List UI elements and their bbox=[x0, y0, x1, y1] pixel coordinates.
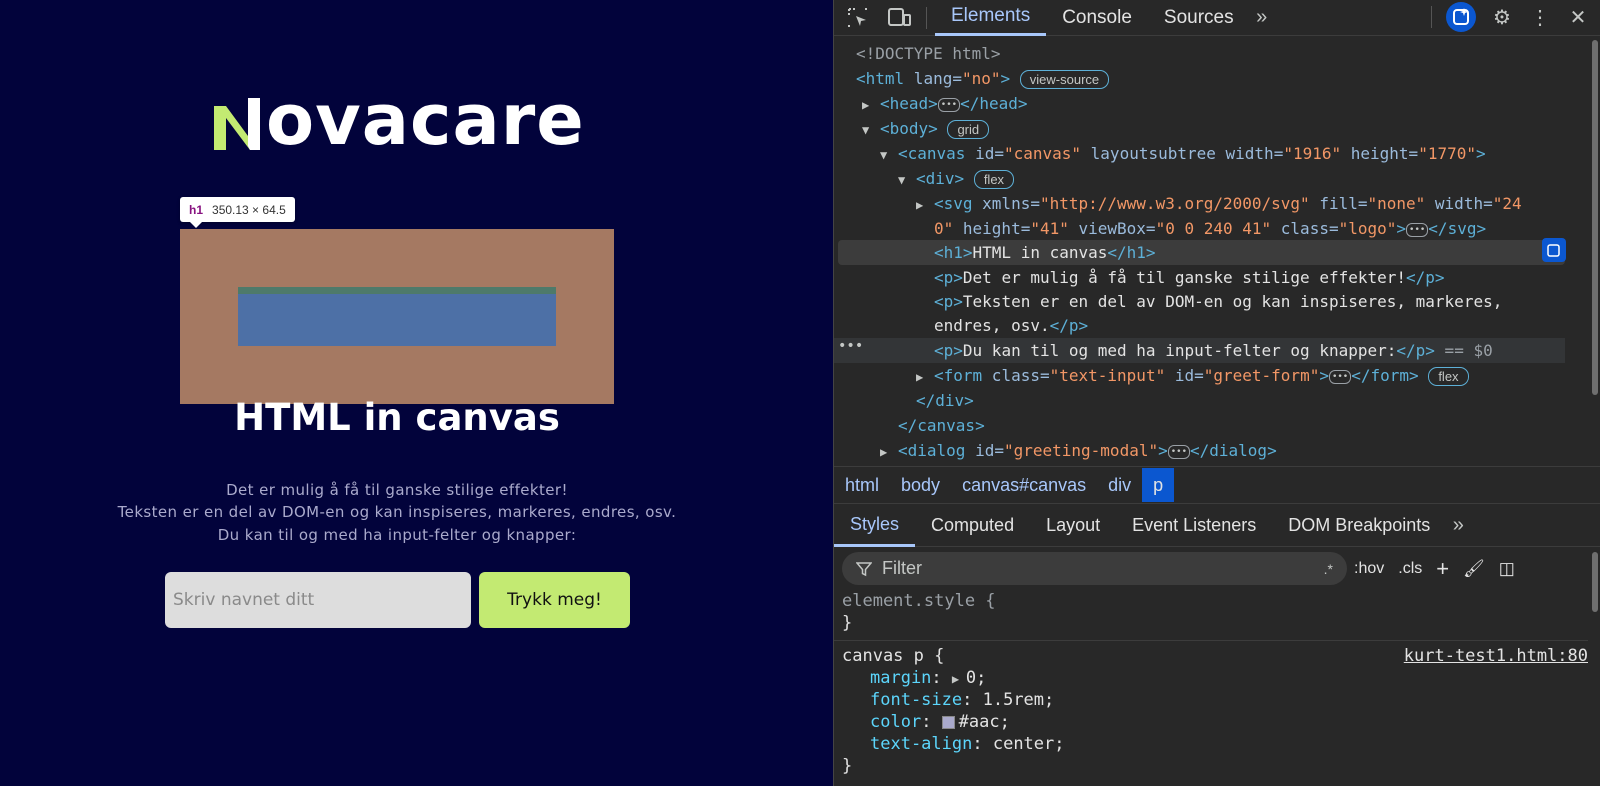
tab-elements[interactable]: Elements bbox=[935, 0, 1047, 36]
grid-badge[interactable]: grid bbox=[947, 120, 990, 139]
element-tooltip: h1 350.13 × 64.5 bbox=[180, 197, 295, 228]
ellipsis-icon[interactable]: ••• bbox=[1167, 444, 1190, 459]
paint-brush-icon[interactable]: 🖌 bbox=[1463, 559, 1485, 579]
dom-scrollbar[interactable] bbox=[1592, 40, 1598, 395]
devtools-panel: Elements Console Sources » ⚙ ⋮ ✕ <!DOCTY… bbox=[833, 0, 1600, 786]
paragraph-1: Det er mulig å få til ganske stilige eff… bbox=[226, 481, 568, 499]
view-source-badge[interactable]: view-source bbox=[1019, 70, 1110, 89]
tab-event-listeners[interactable]: Event Listeners bbox=[1116, 505, 1272, 547]
tab-layout[interactable]: Layout bbox=[1030, 505, 1116, 547]
sidebar-toggle-icon[interactable]: ◫ bbox=[1499, 559, 1515, 579]
cls-toggle[interactable]: .cls bbox=[1398, 560, 1422, 578]
logo-n-mark bbox=[214, 98, 260, 150]
element-style-close: } bbox=[842, 613, 853, 633]
breadcrumb: html body canvas#canvas div p bbox=[834, 466, 1600, 504]
breadcrumb-div[interactable]: div bbox=[1097, 468, 1142, 502]
collapse-triangle-icon[interactable]: ▼ bbox=[880, 143, 898, 168]
paragraph-2: Teksten er en del av DOM-en og kan inspi… bbox=[117, 503, 677, 521]
styles-filter[interactable]: Filter .* bbox=[842, 552, 1347, 585]
dom-line-html[interactable]: <html lang="no"> view-source bbox=[856, 66, 1110, 91]
styles-scrollbar[interactable] bbox=[1592, 552, 1598, 612]
expand-triangle-icon[interactable]: ▶ bbox=[862, 93, 880, 118]
h1-content-box bbox=[238, 287, 556, 346]
flex-badge[interactable]: flex bbox=[1428, 367, 1469, 386]
rule-close: } bbox=[842, 756, 853, 776]
h1-highlight-overlay bbox=[180, 229, 614, 404]
rule-margin[interactable]: margin: ▶ 0; bbox=[834, 667, 1588, 689]
dom-line-svg-cont[interactable]: 0" height="41" viewBox="0 0 240 41" clas… bbox=[934, 216, 1486, 241]
expand-triangle-icon[interactable]: ▶ bbox=[916, 193, 934, 218]
ellipsis-icon[interactable]: ••• bbox=[937, 97, 961, 112]
element-style-selector[interactable]: element.style { bbox=[834, 590, 1588, 612]
color-swatch[interactable] bbox=[941, 715, 955, 729]
close-icon[interactable]: ✕ bbox=[1566, 5, 1590, 29]
collapse-triangle-icon[interactable]: ▼ bbox=[862, 118, 880, 143]
tab-computed[interactable]: Computed bbox=[915, 505, 1030, 547]
tab-dom-breakpoints[interactable]: DOM Breakpoints bbox=[1272, 505, 1446, 547]
ai-assistant-icon[interactable] bbox=[1446, 2, 1476, 32]
more-options-icon[interactable]: ⋮ bbox=[1528, 5, 1552, 29]
ellipsis-icon[interactable]: ••• bbox=[1328, 369, 1352, 384]
dom-line-p2[interactable]: <p>Teksten er en del av DOM-en og kan in… bbox=[934, 289, 1502, 314]
page-viewport: ovacare h1 350.13 × 64.5 HTML in canvas … bbox=[0, 0, 833, 786]
regex-toggle[interactable]: .* bbox=[1324, 561, 1333, 577]
logo-text: ovacare bbox=[266, 79, 585, 161]
dom-line-p3-selected[interactable]: <p>Du kan til og med ha input-felter og … bbox=[834, 338, 1565, 363]
breadcrumb-p[interactable]: p bbox=[1142, 468, 1175, 502]
filter-icon bbox=[856, 561, 872, 576]
rule-color[interactable]: color: #aac; bbox=[834, 711, 1588, 733]
collapse-triangle-icon[interactable]: ▼ bbox=[898, 168, 916, 193]
expand-triangle-icon[interactable]: ▶ bbox=[880, 440, 898, 465]
rule-text-align[interactable]: text-align: center; bbox=[834, 733, 1588, 755]
more-subtabs-icon[interactable]: » bbox=[1446, 514, 1470, 538]
hov-toggle[interactable]: :hov bbox=[1354, 560, 1384, 578]
page-heading: HTML in canvas bbox=[234, 396, 560, 439]
dom-line-doctype[interactable]: <!DOCTYPE html> bbox=[856, 41, 1001, 66]
flex-badge[interactable]: flex bbox=[973, 170, 1015, 189]
settings-gear-icon[interactable]: ⚙ bbox=[1490, 5, 1514, 29]
name-input[interactable] bbox=[165, 572, 471, 628]
breadcrumb-body[interactable]: body bbox=[890, 468, 951, 502]
greet-form: Trykk meg! bbox=[165, 572, 630, 628]
ellipsis-icon[interactable]: ••• bbox=[1406, 222, 1429, 237]
styles-toolbar: :hov .cls + 🖌 ◫ bbox=[1354, 552, 1515, 585]
styles-pane: element.style { } canvas p { kurt-test1.… bbox=[834, 590, 1588, 777]
paragraph-3: Du kan til og med ha input-felter og kna… bbox=[217, 526, 577, 544]
dom-line-form[interactable]: ▶ <form class="text-input" id="greet-form… bbox=[916, 363, 1469, 388]
ai-chat-icon[interactable] bbox=[1542, 238, 1566, 262]
devtools-toolbar: Elements Console Sources » ⚙ ⋮ ✕ bbox=[834, 0, 1600, 36]
dom-line-div[interactable]: ▼ <div> flex bbox=[898, 166, 1015, 193]
device-toolbar-icon[interactable] bbox=[888, 6, 912, 30]
styles-subtabs: Styles Computed Layout Event Listeners D… bbox=[834, 505, 1600, 547]
breadcrumb-html[interactable]: html bbox=[834, 468, 890, 502]
tooltip-size: 350.13 × 64.5 bbox=[212, 202, 286, 217]
greet-button[interactable]: Trykk meg! bbox=[479, 572, 630, 628]
dom-line-p1[interactable]: <p>Det er mulig å få til ganske stilige … bbox=[934, 265, 1445, 290]
add-rule-icon[interactable]: + bbox=[1436, 556, 1449, 582]
dom-line-div-close[interactable]: </div> bbox=[916, 388, 974, 413]
dom-line-head[interactable]: ▶ <head> ••• </head> bbox=[862, 91, 1028, 116]
rule-selector[interactable]: canvas p { kurt-test1.html:80 bbox=[834, 645, 1588, 667]
breadcrumb-canvas[interactable]: canvas#canvas bbox=[951, 468, 1097, 502]
filter-placeholder: Filter bbox=[882, 558, 922, 578]
more-tabs-icon[interactable]: » bbox=[1250, 6, 1274, 30]
rule-font-size[interactable]: font-size: 1.5rem; bbox=[834, 689, 1588, 711]
dom-tree: <!DOCTYPE html> <html lang="no"> view-so… bbox=[834, 36, 1588, 466]
dom-line-canvas-close[interactable]: </canvas> bbox=[898, 413, 985, 438]
tab-sources[interactable]: Sources bbox=[1148, 0, 1250, 36]
tooltip-tag: h1 bbox=[189, 202, 204, 217]
dom-line-body[interactable]: ▼ <body> grid bbox=[862, 116, 990, 143]
dom-line-svg[interactable]: ▶ <svg xmlns="http://www.w3.org/2000/svg"… bbox=[916, 191, 1522, 216]
dom-line-canvas[interactable]: ▼ <canvas id="canvas" layoutsubtree width… bbox=[880, 141, 1486, 166]
dom-line-h1[interactable]: <h1>HTML in canvas</h1> bbox=[838, 240, 1565, 265]
dom-line-p2-cont[interactable]: endres, osv.</p> bbox=[934, 313, 1088, 338]
tab-styles[interactable]: Styles bbox=[834, 505, 916, 547]
dom-line-dialog[interactable]: ▶ <dialog id="greeting-modal"> ••• </dialog… bbox=[880, 438, 1277, 463]
row-menu-icon[interactable]: ••• bbox=[838, 338, 863, 354]
expand-triangle-icon[interactable]: ▶ bbox=[916, 365, 934, 390]
inspect-element-icon[interactable] bbox=[846, 6, 870, 30]
novacare-logo: ovacare bbox=[212, 79, 585, 161]
tab-console[interactable]: Console bbox=[1046, 0, 1148, 36]
rule-source-link[interactable]: kurt-test1.html:80 bbox=[1404, 645, 1588, 667]
